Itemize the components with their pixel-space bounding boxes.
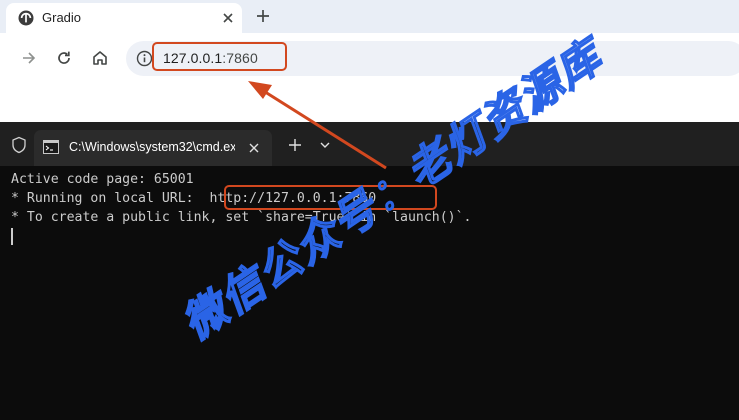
address-highlight-box [152, 42, 287, 71]
arrow-right-icon[interactable] [18, 47, 40, 69]
browser-tab-gradio[interactable]: Gradio [6, 3, 242, 33]
reload-icon[interactable] [53, 47, 75, 69]
browser-tab-strip: Gradio [0, 0, 739, 33]
plus-icon[interactable] [286, 136, 304, 154]
browser-tab-title: Gradio [42, 10, 82, 25]
shield-icon[interactable] [11, 136, 27, 154]
terminal-tab-cmd[interactable]: C:\Windows\system32\cmd.exe [34, 130, 272, 166]
close-icon[interactable] [218, 8, 238, 28]
info-icon[interactable] [136, 50, 153, 67]
terminal-tab-strip: C:\Windows\system32\cmd.exe [0, 122, 739, 166]
close-icon[interactable] [245, 139, 263, 157]
cmd-icon [43, 140, 59, 154]
terminal-cursor [11, 228, 13, 245]
home-icon[interactable] [89, 47, 111, 69]
browser-toolbar: 127.0.0.1:7860 [0, 33, 739, 83]
plus-icon[interactable] [252, 5, 274, 27]
terminal-tab-title: C:\Windows\system32\cmd.exe [69, 140, 235, 154]
gradio-logo-icon [18, 10, 34, 26]
chevron-down-icon[interactable] [317, 137, 333, 153]
